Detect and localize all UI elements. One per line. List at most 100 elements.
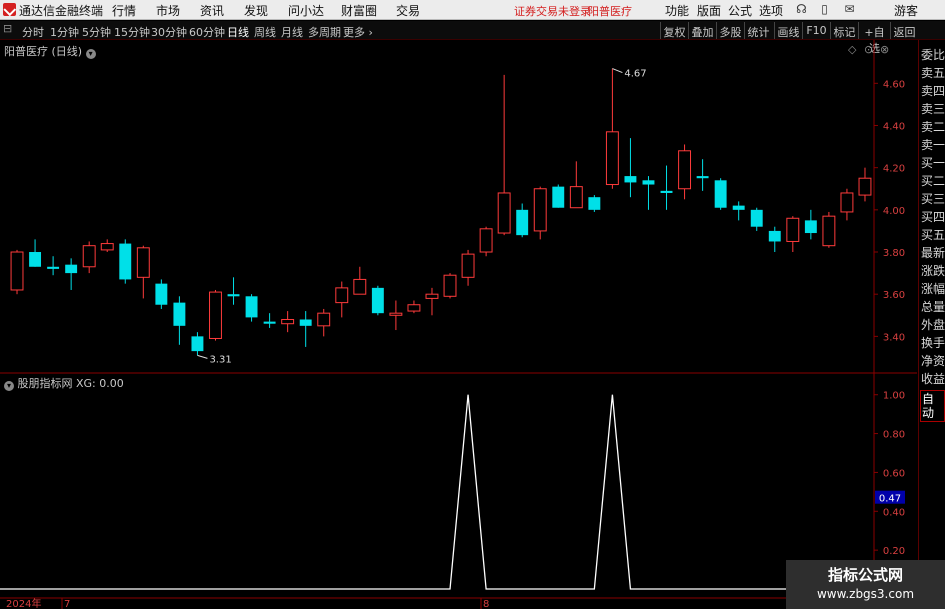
menu-item-discover[interactable]: 发现 [244,2,268,19]
collapse-panel-icon[interactable]: ⊙ [864,43,873,56]
menu-item-trade[interactable]: 交易 [396,2,420,19]
side-item-net-assets[interactable]: 净资 [921,354,945,368]
mark-button[interactable]: 标记 [830,22,858,39]
f10-button[interactable]: F10 [802,22,830,39]
menu-item-news[interactable]: 资讯 [200,2,224,19]
side-item-bid3[interactable]: 买三 [921,192,945,206]
side-item-ask4[interactable]: 卖四 [921,84,945,98]
chart-area[interactable]: 4.67 3.31 4.60 4.40 4.20 4.00 3.80 3.60 3.40 1.0… [0,40,945,609]
candle [822,211,836,248]
indicator-tick-label: 0.80 [883,430,905,441]
max-marker-line [612,68,623,74]
current-stock-name: 阳普医疗 [588,5,632,18]
menu-item-market[interactable]: 市场 [156,2,180,19]
candle-body [155,283,168,305]
indicator-tick-label: 1.00 [883,391,905,402]
adjust-button[interactable]: 复权 [660,22,688,39]
period-tab-daily[interactable]: 日线 [227,24,249,40]
kline-chart[interactable]: 4.67 3.31 4.60 4.40 4.20 4.00 3.80 3.60 3.40 1.0… [0,40,918,609]
side-item-earnings[interactable]: 收益 [921,372,945,386]
watermark-title: 指标公式网 [827,566,903,584]
headset-icon[interactable]: ☊ [795,3,808,16]
side-item-ask5[interactable]: 卖五 [921,66,945,80]
date-axis-year: 2024年 [6,597,41,609]
phone-icon[interactable]: ▯ [818,3,831,16]
min-price-label: 3.31 [209,354,231,365]
auto-toggle-button[interactable]: 自动 [920,390,945,422]
candle-body [642,180,655,185]
menu-item-layout[interactable]: 版面 [697,2,721,19]
candle-body [660,190,673,193]
multi-stock-button[interactable]: 多股 [716,22,744,39]
candle-body [588,197,601,210]
diamond-icon[interactable]: ◇ [848,43,856,56]
period-tab-multi[interactable]: 多周期 [308,24,341,40]
user-guest-label[interactable]: 游客 [894,2,918,19]
dropdown-circle-icon[interactable]: ▾ [85,49,96,59]
price-tick-label: 4.60 [883,79,905,90]
menu-item-market-quote[interactable]: 行情 [112,2,136,19]
close-panel-icon[interactable]: ⊗ [880,43,889,56]
overlay-button[interactable]: 叠加 [688,22,716,39]
period-tab-intraday[interactable]: 分时 [22,24,44,40]
period-tab-monthly[interactable]: 月线 [281,24,303,40]
period-tab-30min[interactable]: 30分钟 [151,24,187,40]
candle [155,279,168,309]
side-item-turnover[interactable]: 换手 [921,336,945,350]
side-item-last-price[interactable]: 最新 [921,246,945,260]
side-item-volume[interactable]: 总量 [921,300,945,314]
candle [443,273,457,299]
period-tab-5min[interactable]: 5分钟 [82,24,111,40]
side-item-order-ratio[interactable]: 委比 [921,48,945,62]
candle [479,226,493,257]
candle [425,287,439,316]
chevron-right-icon: › [368,26,373,39]
candle-body [732,205,745,210]
side-item-change-pct[interactable]: 涨幅 [921,282,945,296]
side-item-bid4[interactable]: 买四 [921,210,945,224]
period-tab-15min[interactable]: 15分钟 [114,24,150,40]
candle-body [786,217,800,242]
indicator-dropdown-icon[interactable]: ▾ [4,381,14,391]
candle [82,241,96,274]
side-item-ask2[interactable]: 卖二 [921,120,945,134]
back-button[interactable]: 返回 [890,22,918,39]
mail-icon[interactable]: ✉ [843,3,856,16]
side-item-ask1[interactable]: 卖一 [921,138,945,152]
candle-body [353,278,367,295]
period-tab-more[interactable]: 更多 › [343,24,373,40]
menu-item-ask[interactable]: 问小达 [288,2,324,19]
watermark-url: www.zbgs3.com [816,587,915,601]
collapse-toolbar-icon[interactable]: ⊟ [3,22,12,35]
side-item-bid2[interactable]: 买二 [921,174,945,188]
candle [569,161,583,209]
menu-item-functions[interactable]: 功能 [665,2,689,19]
candle [136,245,150,299]
side-item-change[interactable]: 涨跌 [921,264,945,278]
period-tab-60min[interactable]: 60分钟 [189,24,225,40]
candle [768,226,781,253]
candle [732,201,745,221]
statistics-button[interactable]: 统计 [744,22,772,39]
candle [65,258,78,290]
candle-body [461,253,475,278]
candle [299,311,312,347]
period-tab-1min[interactable]: 1分钟 [50,24,79,40]
candle [750,207,763,231]
side-item-bid5[interactable]: 买五 [921,228,945,242]
side-item-outer-volume[interactable]: 外盘 [921,318,945,332]
candle-body [822,215,836,247]
trade-login-status[interactable]: 证券交易未登录 [514,3,591,19]
menu-item-wealth-circle[interactable]: 财富圈 [341,2,377,19]
candle-body [552,186,565,208]
menu-item-formula[interactable]: 公式 [728,2,752,19]
side-item-bid1[interactable]: 买一 [921,156,945,170]
period-tab-weekly[interactable]: 周线 [254,24,276,40]
side-item-ask3[interactable]: 卖三 [921,102,945,116]
chart-title: 阳普医疗 (日线) ▾ [4,43,96,59]
candle [624,138,637,198]
add-watchlist-button[interactable]: +自选 [858,22,890,55]
candle [281,311,295,333]
draw-line-button[interactable]: 画线 [774,22,802,39]
menu-item-options[interactable]: 选项 [759,2,783,19]
